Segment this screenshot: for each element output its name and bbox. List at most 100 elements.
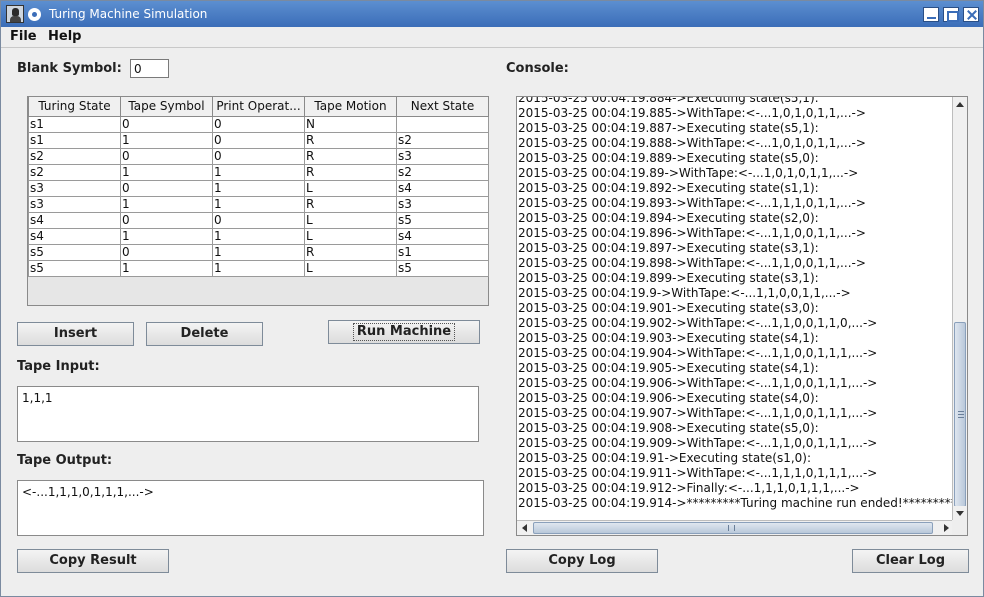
console-line: 2015-03-25 00:04:19.905->Executing state… <box>518 361 819 375</box>
title-bar[interactable]: Turing Machine Simulation <box>1 1 983 27</box>
maximize-icon[interactable] <box>943 7 959 22</box>
table-cell[interactable]: 0 <box>120 115 213 133</box>
copy-log-button[interactable]: Copy Log <box>506 549 658 573</box>
table-cell[interactable]: 1 <box>120 195 213 213</box>
table-cell[interactable]: 1 <box>120 227 213 245</box>
column-header[interactable]: Tape Symbol <box>120 97 213 117</box>
delete-button[interactable]: Delete <box>146 322 263 346</box>
table-cell[interactable]: 1 <box>212 227 305 245</box>
table-cell[interactable]: 1 <box>212 243 305 261</box>
tape-output-field[interactable]: <-...1,1,1,0,1,1,1,...-> <box>17 480 484 536</box>
table-cell[interactable]: R <box>304 243 397 261</box>
tape-input-field[interactable]: 1,1,1 <box>17 386 479 442</box>
close-icon[interactable] <box>963 7 979 22</box>
table-cell[interactable]: s3 <box>28 195 121 213</box>
table-row[interactable]: s5 1 1 Ls5 <box>28 259 489 277</box>
table-cell[interactable]: L <box>304 179 397 197</box>
transition-table[interactable]: Turing State Tape Symbol Print Operat...… <box>27 96 489 306</box>
table-cell[interactable] <box>396 115 489 133</box>
table-cell[interactable]: s1 <box>28 131 121 149</box>
table-cell[interactable]: s4 <box>28 227 121 245</box>
table-cell[interactable]: s4 <box>28 211 121 229</box>
table-cell[interactable]: R <box>304 147 397 165</box>
table-cell[interactable]: s2 <box>28 147 121 165</box>
table-cell[interactable]: s5 <box>28 259 121 277</box>
table-cell[interactable]: 0 <box>120 243 213 261</box>
window-menu-icon[interactable] <box>28 8 41 21</box>
table-row[interactable]: s3 1 1 Rs3 <box>28 195 489 213</box>
vertical-scrollbar[interactable] <box>952 97 967 520</box>
clear-log-button[interactable]: Clear Log <box>852 549 969 573</box>
table-cell[interactable]: s2 <box>28 163 121 181</box>
scroll-left-arrow-icon[interactable] <box>517 521 531 535</box>
column-header[interactable]: Tape Motion <box>304 97 397 117</box>
scroll-corner <box>952 520 967 535</box>
table-cell[interactable]: 1 <box>212 195 305 213</box>
blank-symbol-input[interactable] <box>130 59 169 78</box>
table-row[interactable]: s1 0 0 N <box>28 115 489 133</box>
horizontal-scrollbar[interactable] <box>517 520 953 535</box>
table-cell[interactable]: 1 <box>212 179 305 197</box>
table-cell[interactable]: s1 <box>28 115 121 133</box>
console-line: 2015-03-25 00:04:19.899->Executing state… <box>518 271 819 285</box>
scroll-up-arrow-icon[interactable] <box>953 97 967 111</box>
table-cell[interactable]: s5 <box>396 211 489 229</box>
run-machine-button[interactable]: Run Machine <box>328 320 480 344</box>
table-cell[interactable]: 1 <box>212 163 305 181</box>
transition-table-grid[interactable]: Turing State Tape Symbol Print Operat...… <box>28 97 489 277</box>
minimize-icon[interactable] <box>923 7 939 22</box>
menu-help[interactable]: Help <box>48 29 81 44</box>
table-cell[interactable]: 0 <box>120 179 213 197</box>
table-row[interactable]: s3 0 1 Ls4 <box>28 179 489 197</box>
table-cell[interactable]: s5 <box>28 243 121 261</box>
table-cell[interactable]: R <box>304 163 397 181</box>
table-row[interactable]: s1 1 0 Rs2 <box>28 131 489 149</box>
console-line: 2015-03-25 00:04:19.889->Executing state… <box>518 151 819 165</box>
copy-result-button[interactable]: Copy Result <box>17 549 169 573</box>
table-cell[interactable]: s4 <box>396 227 489 245</box>
table-cell[interactable]: 0 <box>212 147 305 165</box>
column-header[interactable]: Turing State <box>28 97 121 117</box>
menu-file[interactable]: File <box>10 29 37 44</box>
table-cell[interactable]: 1 <box>120 131 213 149</box>
table-cell[interactable]: L <box>304 227 397 245</box>
column-header[interactable]: Next State <box>396 97 489 117</box>
column-header[interactable]: Print Operat... <box>212 97 305 117</box>
console-log[interactable]: 2015-03-25 00:04:19.884->Executing state… <box>516 96 968 536</box>
table-cell[interactable]: s3 <box>396 195 489 213</box>
table-cell[interactable]: s2 <box>396 163 489 181</box>
table-cell[interactable]: s2 <box>396 131 489 149</box>
table-cell[interactable]: 1 <box>120 163 213 181</box>
table-cell[interactable]: L <box>304 211 397 229</box>
table-cell[interactable]: 0 <box>120 147 213 165</box>
table-row[interactable]: s4 0 0 Ls5 <box>28 211 489 229</box>
insert-button[interactable]: Insert <box>17 322 134 346</box>
table-cell[interactable]: 0 <box>212 131 305 149</box>
table-cell[interactable]: R <box>304 195 397 213</box>
vertical-scroll-thumb[interactable] <box>954 322 966 507</box>
console-line: 2015-03-25 00:04:19.896->WithTape:<-...1… <box>518 226 866 240</box>
console-line: 2015-03-25 00:04:19.89->WithTape:<-...1,… <box>518 166 859 180</box>
table-cell[interactable]: s4 <box>396 179 489 197</box>
table-cell[interactable]: s1 <box>396 243 489 261</box>
table-row[interactable]: s2 0 0 Rs3 <box>28 147 489 165</box>
table-cell[interactable]: s3 <box>396 147 489 165</box>
table-cell[interactable]: 1 <box>212 259 305 277</box>
table-cell[interactable]: L <box>304 259 397 277</box>
table-cell[interactable]: s3 <box>28 179 121 197</box>
table-cell[interactable]: 0 <box>120 211 213 229</box>
table-cell[interactable]: 1 <box>120 259 213 277</box>
table-row[interactable]: s5 0 1 Rs1 <box>28 243 489 261</box>
scroll-right-arrow-icon[interactable] <box>939 521 953 535</box>
console-line: 2015-03-25 00:04:19.911->WithTape:<-...1… <box>518 466 878 480</box>
table-row[interactable]: s2 1 1 Rs2 <box>28 163 489 181</box>
scroll-down-arrow-icon[interactable] <box>953 506 967 520</box>
table-row[interactable]: s4 1 1 Ls4 <box>28 227 489 245</box>
table-cell[interactable]: R <box>304 131 397 149</box>
app-portrait-icon <box>6 5 24 23</box>
table-cell[interactable]: 0 <box>212 115 305 133</box>
table-cell[interactable]: 0 <box>212 211 305 229</box>
table-cell[interactable]: N <box>304 115 397 133</box>
horizontal-scroll-thumb[interactable] <box>533 522 933 534</box>
table-cell[interactable]: s5 <box>396 259 489 277</box>
